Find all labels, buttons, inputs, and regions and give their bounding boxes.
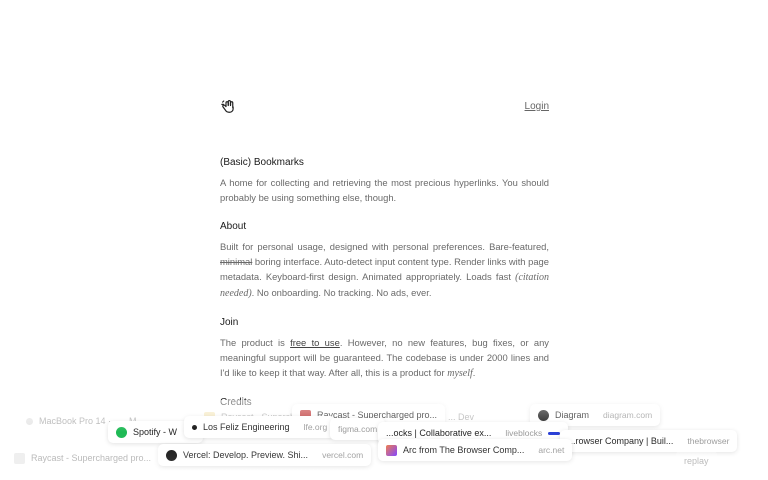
- bookmark-card-domain: liveblocks: [505, 428, 543, 438]
- about-text: Built for personal usage, designed with …: [220, 239, 549, 301]
- free-to-use-link[interactable]: free to use: [290, 337, 340, 348]
- about-strike: minimal: [220, 256, 253, 267]
- bookmark-card-title: ... Dev: [448, 412, 475, 422]
- arc-icon: [386, 444, 397, 456]
- about-text-c: . No onboarding. No tracking. No ads, ev…: [251, 287, 432, 298]
- vercel-icon: [166, 449, 177, 461]
- about-text-b: boring interface. Auto-detect input cont…: [220, 256, 549, 282]
- hand-logo-icon[interactable]: [220, 98, 238, 116]
- join-section: Join The product is free to use. However…: [220, 316, 549, 381]
- join-heading: Join: [220, 317, 239, 328]
- apple-icon: [26, 417, 33, 425]
- bookmark-cards-strip: MacBook Pro 14 · ... · M Raycast - Super…: [0, 400, 768, 480]
- bookmark-card-domain: vercel.com: [322, 450, 364, 460]
- bookmark-card[interactable]: Vercel: Develop. Preview. Shi... vercel.…: [158, 444, 372, 466]
- bookmark-card-title: Arc from The Browser Comp...: [403, 445, 525, 455]
- bookmark-card-domain: diagram.com: [603, 410, 653, 420]
- about-heading: About: [220, 221, 247, 232]
- bookmark-card-title: Raycast - Supercharged pro...: [31, 453, 152, 463]
- dot-icon: [192, 424, 197, 430]
- bookmark-card[interactable]: replay: [676, 450, 717, 472]
- bookmark-card-title: ...rowser Company | Buil...: [568, 436, 674, 446]
- diagram-icon: [538, 409, 549, 421]
- bookmark-card[interactable]: Raycast - Supercharged pro...: [6, 447, 160, 469]
- bookmark-card[interactable]: Arc from The Browser Comp... arc.net: [378, 439, 573, 461]
- intro-text: A home for collecting and retrieving the…: [220, 177, 549, 203]
- spotify-icon: [116, 426, 127, 438]
- main-content: (Basic) Bookmarks A home for collecting …: [220, 156, 549, 424]
- login-link[interactable]: Login: [525, 101, 549, 112]
- bookmark-card[interactable]: Los Feliz Engineering lfe.org: [184, 416, 336, 438]
- join-text-c: .: [472, 367, 476, 378]
- bookmark-card-domain: arc.net: [538, 445, 565, 455]
- raycast-icon: [14, 452, 25, 464]
- bookmark-card[interactable]: figma.com: [330, 418, 386, 440]
- bookmark-card-title: ...ocks | Collaborative ex...: [386, 428, 492, 438]
- intro-section: (Basic) Bookmarks A home for collecting …: [220, 156, 549, 205]
- liveblocks-icon: [548, 431, 561, 435]
- bookmark-card-domain: thebrowser: [687, 436, 730, 446]
- bookmark-card[interactable]: ...rowser Company | Buil... thebrowser: [560, 430, 738, 452]
- bookmark-card-domain: figma.com: [338, 424, 378, 434]
- header: Login: [220, 98, 549, 118]
- join-text: The product is free to use. However, no …: [220, 335, 549, 381]
- bookmark-card-domain: lfe.org: [303, 422, 328, 432]
- page-title: (Basic) Bookmarks: [220, 157, 304, 168]
- bookmark-card-title: Los Feliz Engineering: [203, 422, 290, 432]
- bookmark-card-title: replay: [684, 456, 709, 466]
- bookmark-card-title: Diagram: [555, 410, 590, 420]
- myself-text: myself: [447, 368, 473, 379]
- about-section: About Built for personal usage, designed…: [220, 220, 549, 301]
- join-text-a: The product is: [220, 337, 291, 348]
- bookmark-card-title: Spotify - W: [133, 427, 178, 437]
- about-text-a: Built for personal usage, designed with …: [220, 241, 549, 252]
- bookmark-card-title: Vercel: Develop. Preview. Shi...: [183, 450, 309, 460]
